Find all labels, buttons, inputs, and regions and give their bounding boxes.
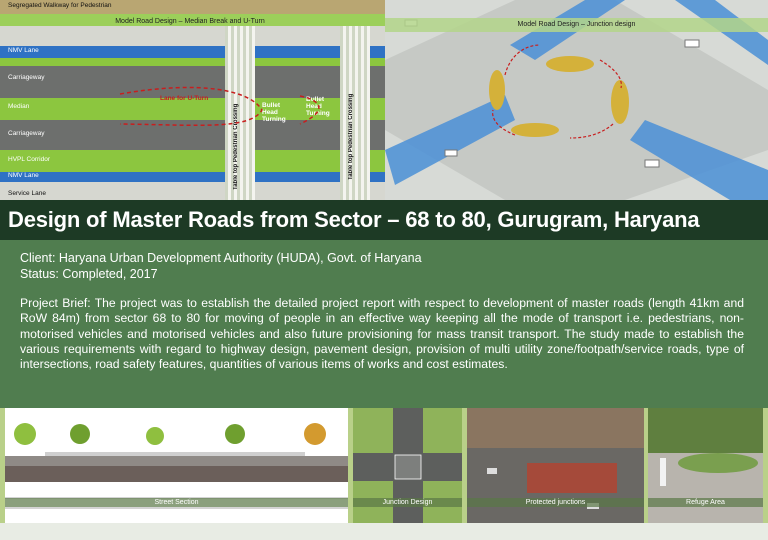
- thumbnail-protected-junctions: Protected junctions: [467, 408, 644, 523]
- thumbnail-caption-refuge-area: Refuge Area: [648, 498, 763, 507]
- junction-design-render: Model Road Design – Junction design: [385, 0, 768, 200]
- thumbnail-caption-protected-junctions: Protected junctions: [467, 498, 644, 507]
- client-text: Client: Haryana Urban Development Author…: [20, 251, 422, 265]
- median-break-plan: Segregated Walkway for Pedestrian Model …: [0, 0, 385, 200]
- status-text: Status: Completed, 2017: [20, 267, 158, 281]
- footer-gap: [0, 523, 768, 540]
- thumbnail-caption-street-section: Street Section: [5, 498, 348, 507]
- thumbnail-caption-junction-design: Junction Design: [353, 498, 462, 507]
- thumbnail-street-section: Street Section: [5, 408, 348, 523]
- slide: Segregated Walkway for Pedestrian Model …: [0, 0, 768, 540]
- top-right-caption: Model Road Design – Junction design: [517, 21, 636, 28]
- uturn-path-drawing: [119, 86, 320, 127]
- project-brief: Project Brief: The project was to establ…: [20, 296, 744, 372]
- thumbnail-junction-design: Junction Design: [353, 408, 462, 523]
- page-title: Design of Master Roads from Sector – 68 …: [8, 207, 700, 232]
- thumbnail-refuge-area: Refuge Area: [648, 408, 763, 523]
